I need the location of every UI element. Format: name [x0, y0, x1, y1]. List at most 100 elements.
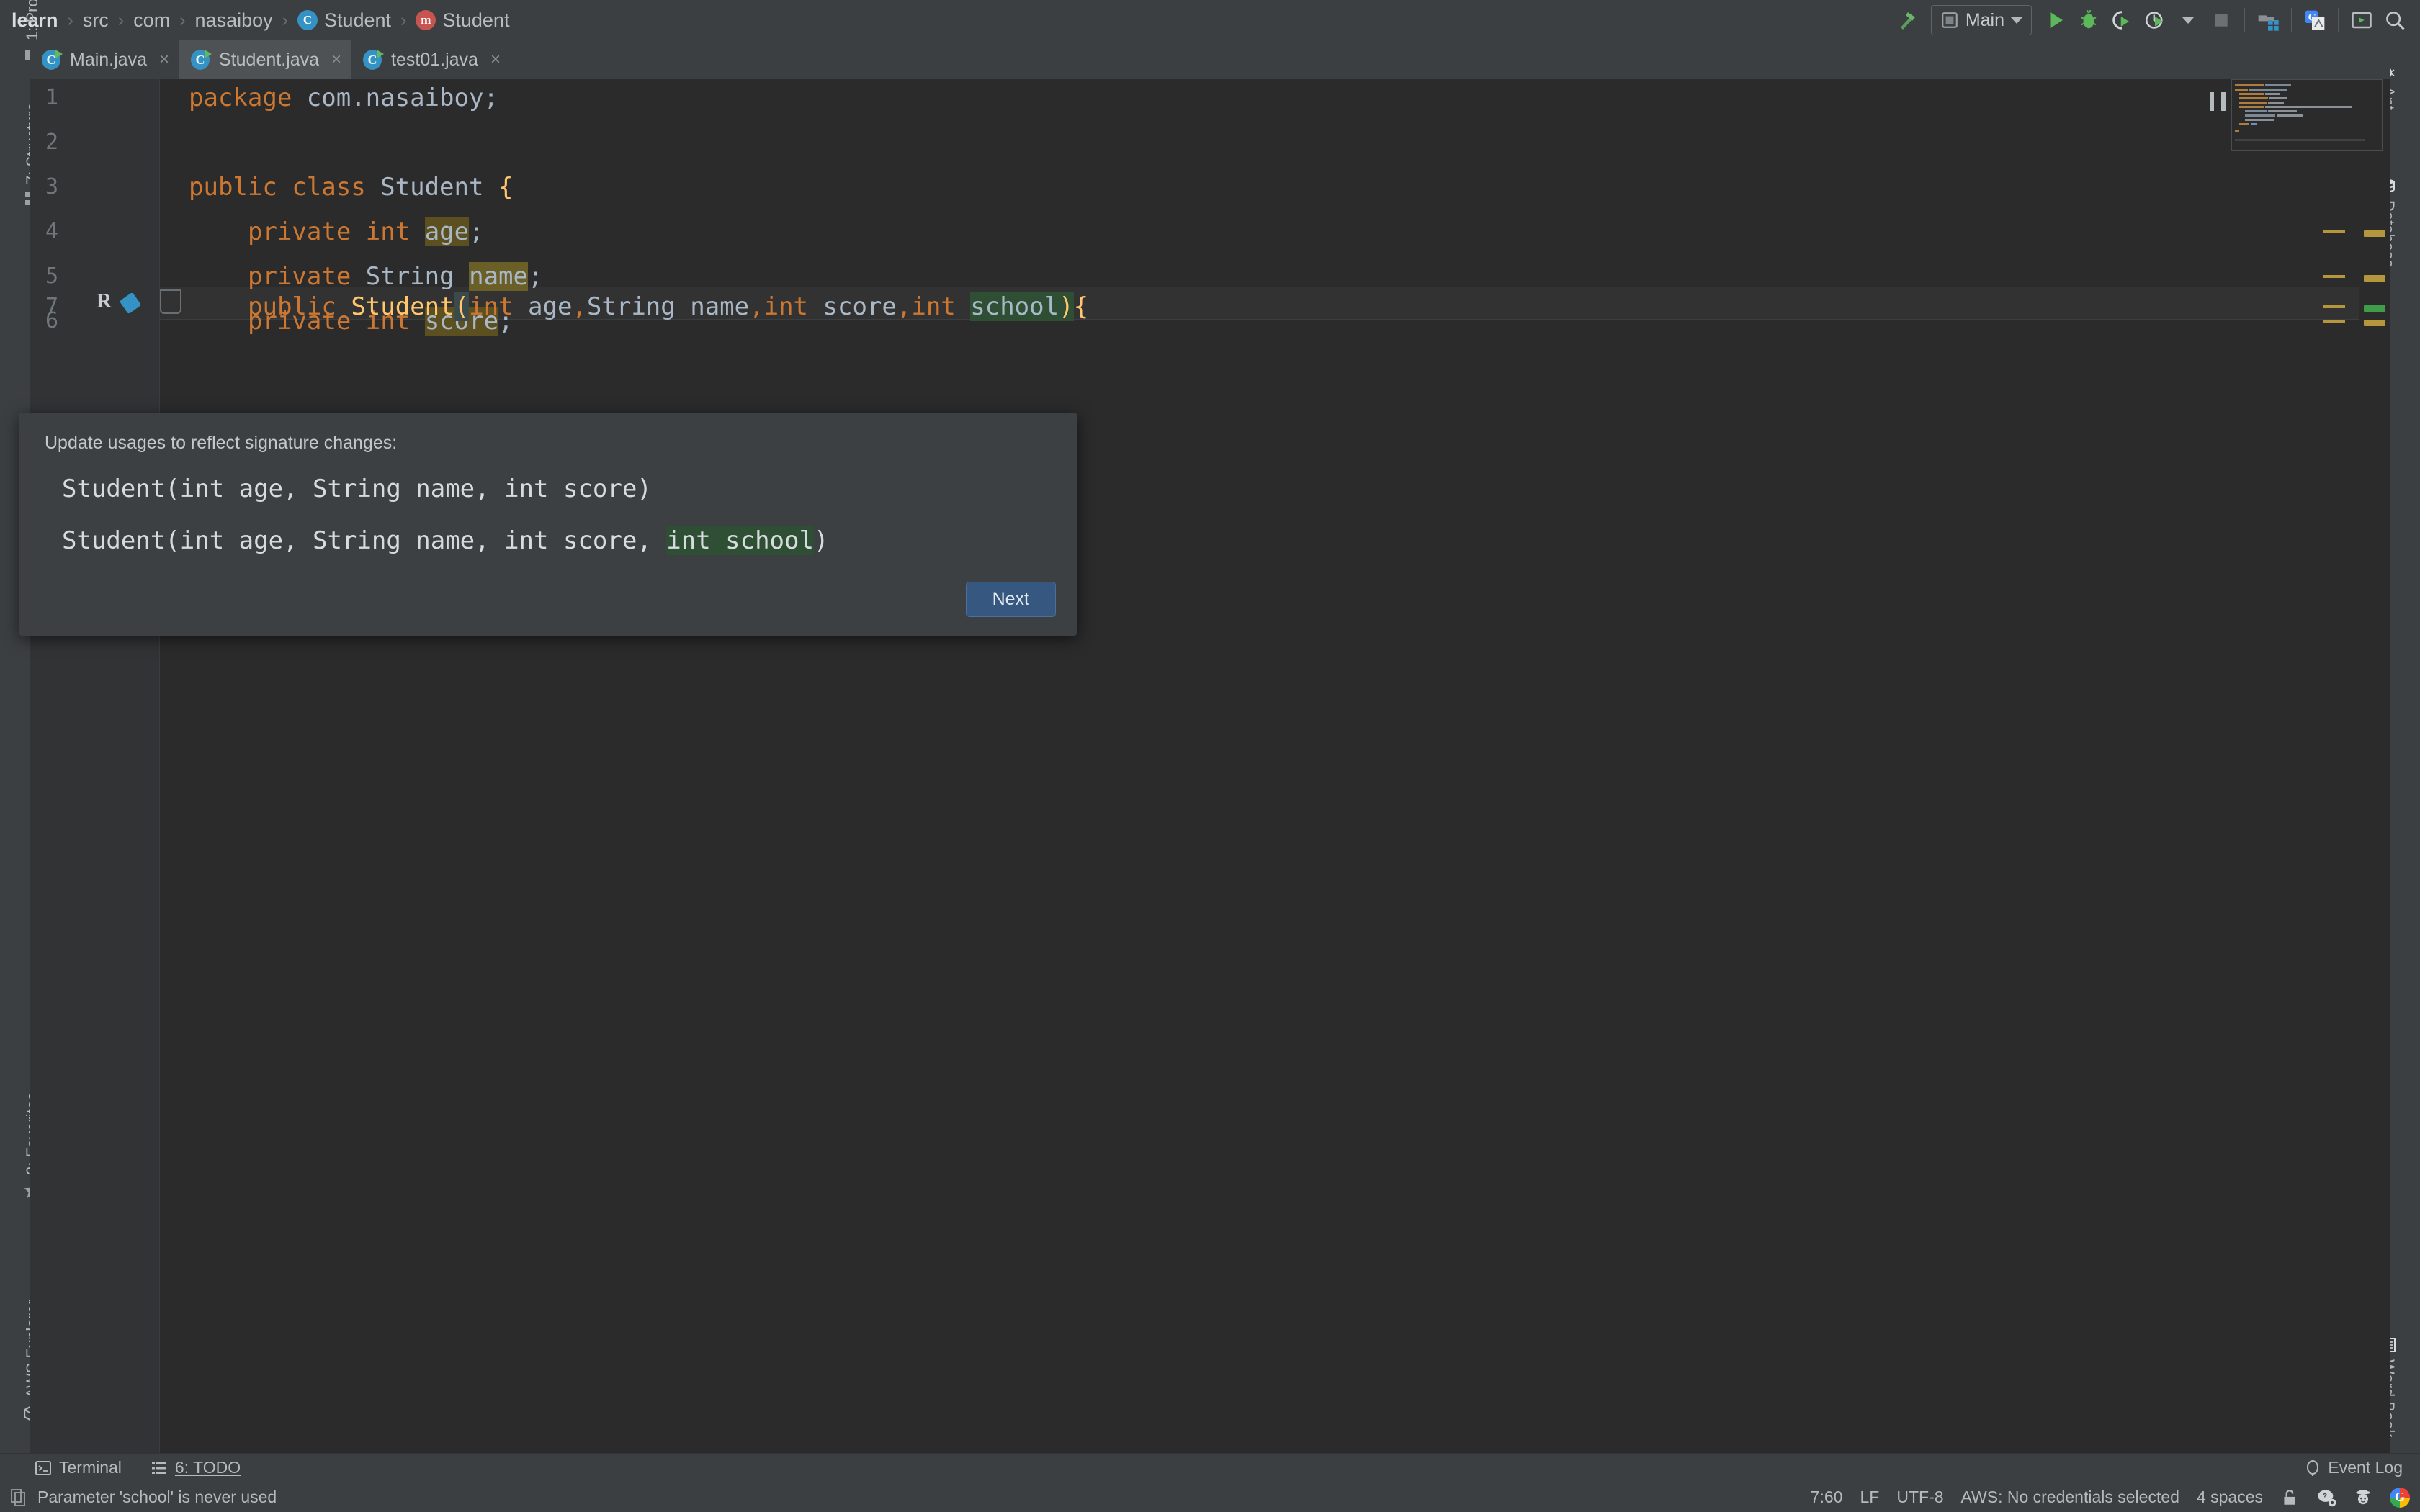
status-message: Parameter 'school' is never used	[37, 1488, 277, 1506]
close-icon[interactable]: ×	[331, 50, 341, 70]
toolwindow-terminal[interactable]: Terminal	[0, 1458, 136, 1477]
line-number: 1	[45, 85, 58, 110]
fold-marker[interactable]	[2323, 320, 2345, 323]
breadcrumb-label: com	[133, 9, 171, 31]
stripe-marker[interactable]	[2364, 320, 2385, 326]
minimap-row	[2277, 114, 2303, 117]
code-token: (	[454, 292, 470, 321]
code-line-7[interactable]: public Student(int age,String name,int s…	[189, 292, 1088, 321]
stop-button[interactable]	[2205, 4, 2238, 37]
editor-tab-student-java[interactable]: C Student.java ×	[179, 40, 352, 79]
translate-button[interactable]: G	[2298, 4, 2331, 37]
code-area[interactable]: package com.nasaiboy; public class Studen…	[160, 79, 2390, 1453]
code-token: package	[189, 84, 292, 112]
pause-icon[interactable]	[2210, 92, 2226, 111]
minimap-row	[2265, 84, 2291, 86]
code-token: private	[248, 217, 351, 246]
top-toolbar: learn › src › com › nasaiboy › C Student › m Student…	[0, 0, 2420, 40]
editor-gutter[interactable]: R 12345671314	[30, 79, 182, 1453]
breadcrumb-label: src	[82, 9, 109, 31]
minimap-row	[2239, 106, 2264, 108]
run-button[interactable]	[2039, 4, 2072, 37]
signature-text: Student(int age, String name, int score)	[62, 474, 652, 503]
profiler-dropdown[interactable]	[2172, 4, 2205, 37]
editor-tab-test01-java[interactable]: Ctest01.java ×	[351, 40, 511, 79]
caret-position[interactable]: 7:60	[1811, 1488, 1843, 1507]
stripe-marker[interactable]	[2364, 230, 2385, 237]
breadcrumb-item-student[interactable]: C Student	[297, 9, 391, 32]
google-translate-icon[interactable]: G	[2390, 1487, 2410, 1508]
minimap-row	[2265, 106, 2352, 108]
aws-credentials[interactable]: AWS: No credentials selected	[1961, 1488, 2179, 1507]
editor-tab-main-java[interactable]: C Main.java ×	[30, 40, 179, 79]
breadcrumb-item-nasaiboy[interactable]: nasaiboy	[195, 9, 273, 32]
code-token: {	[1073, 292, 1089, 321]
hector-icon[interactable]	[2354, 1488, 2372, 1507]
copy-icon[interactable]	[10, 1488, 27, 1507]
toolwindow-todo[interactable]: 6: TODO	[136, 1458, 255, 1477]
minimap-row	[2245, 110, 2267, 112]
svg-text:?: ?	[2323, 1492, 2327, 1500]
fold-marker[interactable]	[2323, 305, 2345, 308]
file-encoding[interactable]: UTF-8	[1896, 1488, 1943, 1507]
chevron-down-icon[interactable]	[2011, 17, 2022, 24]
stripe-marker[interactable]	[2364, 275, 2385, 282]
breadcrumb-item-com[interactable]: com	[133, 9, 170, 32]
profiler-button[interactable]	[2138, 4, 2172, 37]
indent-setting[interactable]: 4 spaces	[2197, 1488, 2263, 1507]
minimap-row	[2239, 93, 2264, 95]
run-configuration-selector[interactable]: Main	[1930, 5, 2032, 35]
close-icon[interactable]: ×	[490, 50, 501, 70]
code-token: int	[469, 292, 514, 321]
close-icon[interactable]: ×	[159, 50, 169, 70]
breadcrumb-label: Student	[442, 9, 510, 31]
search-everywhere-button[interactable]	[2378, 4, 2411, 37]
project-structure-button[interactable]	[2251, 4, 2285, 37]
minimap-row	[2251, 123, 2257, 125]
minimap-row	[2235, 130, 2239, 132]
balloon-icon	[2307, 1459, 2319, 1476]
inspection-settings-icon[interactable]: ?	[2316, 1488, 2336, 1508]
editor[interactable]: R 12345671314 package com.nasaiboy; publi…	[30, 79, 2390, 1453]
terminal-button[interactable]	[2345, 4, 2378, 37]
build-hammer-icon[interactable]	[1891, 4, 1924, 37]
refactoring-r-icon[interactable]: R	[97, 289, 112, 313]
signature-new-param: int school	[666, 526, 814, 555]
signature-option-2[interactable]: Student(int age, String name, int score,…	[62, 526, 828, 555]
error-stripe[interactable]	[2360, 79, 2390, 1453]
code-line-1[interactable]: package com.nasaiboy;	[189, 84, 498, 112]
breadcrumb-item-student[interactable]: m Student	[416, 9, 509, 32]
run-with-coverage-button[interactable]	[2105, 4, 2138, 37]
breadcrumb: learn › src › com › nasaiboy › C Student › m Student	[0, 0, 509, 40]
debug-button[interactable]	[2072, 4, 2105, 37]
lock-icon[interactable]	[2280, 1488, 2299, 1507]
fold-marker[interactable]	[2323, 275, 2345, 278]
config-app-icon	[1941, 12, 1958, 28]
event-log-label: Event Log	[2328, 1458, 2403, 1477]
code-line-4[interactable]: private int age;	[189, 217, 484, 246]
fold-marker[interactable]	[2323, 230, 2345, 233]
code-line-5[interactable]: private String name;	[189, 262, 542, 291]
code-token: {	[498, 173, 514, 202]
breadcrumb-separator: ›	[282, 9, 288, 30]
line-separator[interactable]: LF	[1860, 1488, 1880, 1507]
toolwindow-label: Terminal	[59, 1458, 122, 1477]
next-button[interactable]: Next	[965, 582, 1056, 617]
run-config-label: Main	[1965, 9, 2004, 30]
signature-option-1[interactable]: Student(int age, String name, int score)	[62, 474, 652, 503]
breadcrumb-label: Student	[323, 9, 392, 31]
code-token: Student	[351, 292, 454, 321]
minimap-row	[2265, 93, 2280, 95]
intention-bulb-icon[interactable]	[119, 292, 142, 315]
toolbar-divider	[2291, 8, 2292, 32]
update-usages-popup[interactable]: Update usages to reflect signature chang…	[19, 413, 1077, 636]
chevron-down-icon[interactable]	[2182, 17, 2194, 24]
code-line-3[interactable]: public class Student {	[189, 173, 513, 202]
event-log-button[interactable]: Event Log	[2304, 1458, 2403, 1477]
minimap-row	[2235, 84, 2264, 86]
stripe-marker[interactable]	[2364, 305, 2385, 312]
breadcrumb-item-src[interactable]: src	[83, 9, 109, 32]
